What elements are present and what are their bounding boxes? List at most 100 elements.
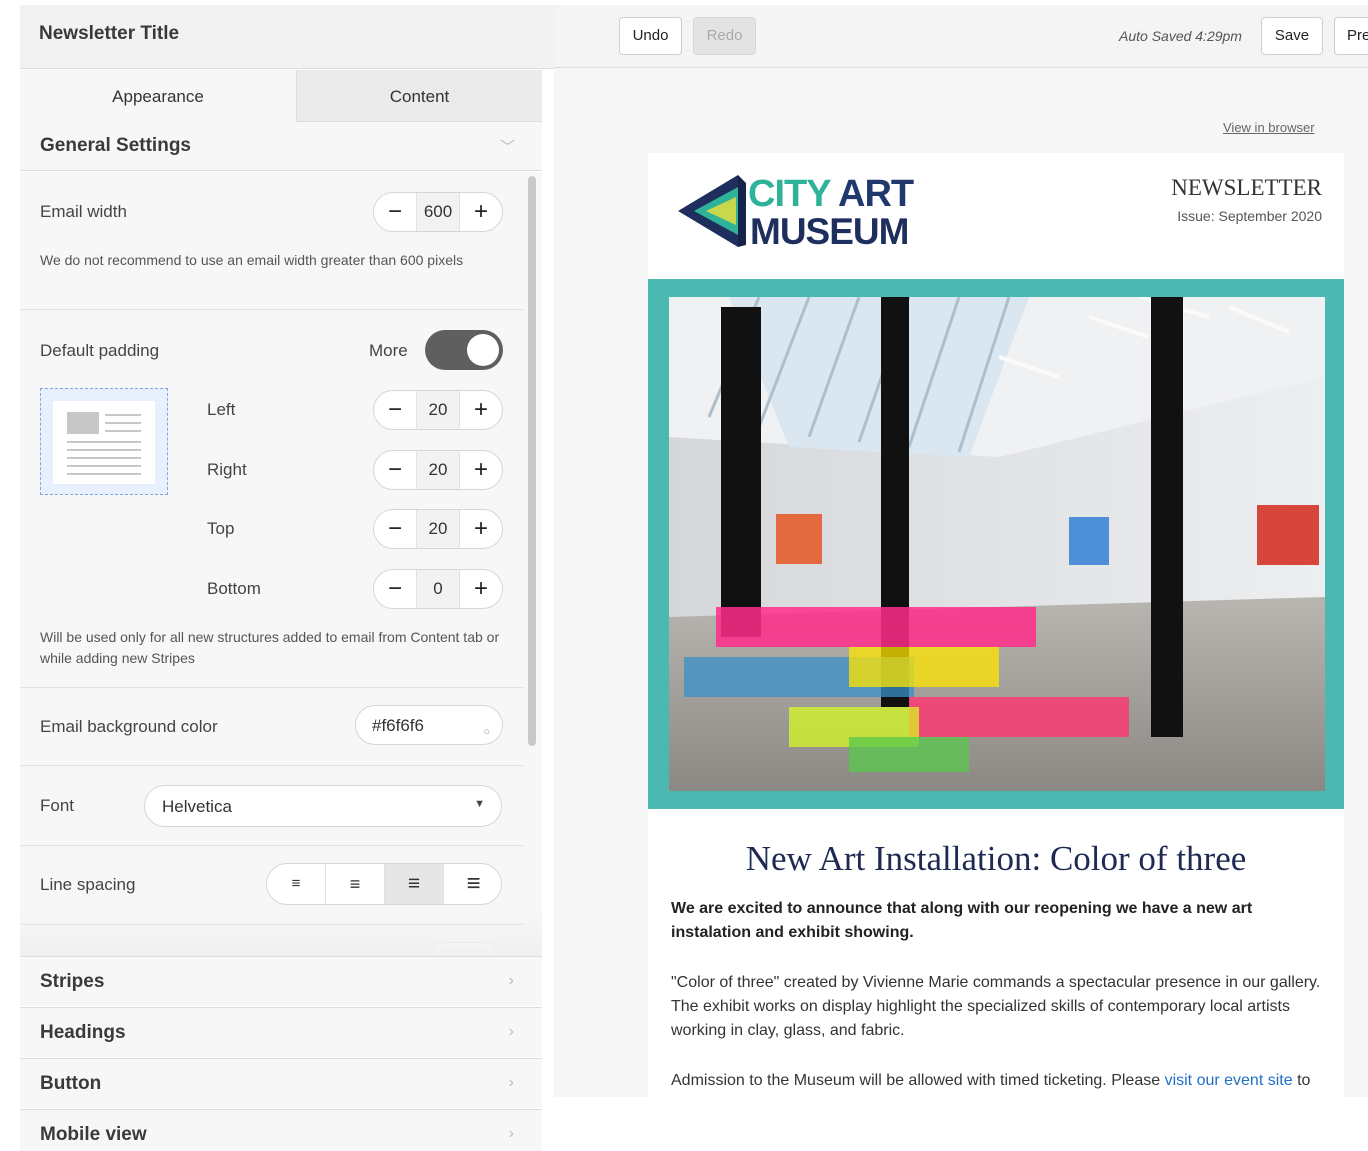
increment-button[interactable]: +: [460, 510, 502, 548]
increment-button[interactable]: +: [460, 451, 502, 489]
view-in-browser-link[interactable]: View in browser: [1223, 120, 1315, 135]
decrement-button[interactable]: −: [374, 193, 416, 231]
line-spacing-option-selected[interactable]: ≡: [385, 864, 444, 904]
article-paragraph: "Color of three" created by Vivienne Mar…: [671, 974, 1321, 1039]
section-mobile-view[interactable]: Mobile view ›: [20, 1109, 542, 1151]
email-canvas: View in browser CITY ART MUSEUM NEWSLETT…: [554, 68, 1368, 1097]
padding-top-stepper: − 20 +: [373, 509, 503, 549]
section-label: Button: [40, 1073, 102, 1094]
line-spacing-label: Line spacing: [40, 875, 136, 894]
autosave-status: Auto Saved 4:29pm: [1119, 28, 1242, 44]
font-select[interactable]: Helvetica ▼: [144, 785, 502, 827]
panel-tabs: Appearance Content: [20, 70, 542, 122]
newsletter-heading: NEWSLETTER: [1171, 175, 1322, 200]
logo-city: CITY: [748, 173, 831, 215]
newsletter-title[interactable]: Newsletter Title: [20, 5, 554, 69]
increment-button[interactable]: +: [460, 391, 502, 429]
event-site-link[interactable]: visit our event site: [1165, 1072, 1293, 1089]
decrement-button[interactable]: −: [374, 391, 416, 429]
issue-date: Issue: September 2020: [1177, 208, 1322, 224]
section-headings[interactable]: Headings ›: [20, 1007, 542, 1057]
divider: [20, 309, 524, 310]
section-button[interactable]: Button ›: [20, 1058, 542, 1108]
gallery-photo: [669, 297, 1325, 791]
padding-top-input[interactable]: 20: [416, 510, 460, 548]
divider: [20, 845, 524, 846]
chevron-right-icon: ›: [508, 1074, 514, 1091]
editor-toolbar: Undo Redo Auto Saved 4:29pm Save Pre: [554, 5, 1368, 68]
general-settings-header[interactable]: General Settings ﹀: [20, 122, 542, 171]
section-stripes[interactable]: Stripes ›: [20, 956, 542, 1006]
logo-art: ART: [838, 173, 914, 215]
decrement-button[interactable]: −: [374, 510, 416, 548]
section-label: Mobile view: [40, 1124, 147, 1145]
padding-note: Will be used only for all new structures…: [40, 629, 500, 666]
line-spacing-option[interactable]: ≡: [326, 864, 385, 904]
padding-left-stepper: − 20 +: [373, 390, 503, 430]
redo-button[interactable]: Redo: [693, 17, 756, 55]
email-body: CITY ART MUSEUM NEWSLETTER Issue: Septem…: [648, 153, 1344, 1097]
article-lead: We are excited to announce that along wi…: [671, 900, 1253, 941]
tab-content[interactable]: Content: [297, 70, 542, 122]
caret-down-icon: ▼: [474, 798, 485, 810]
divider: [20, 765, 524, 766]
document-thumbnail-icon: [53, 401, 155, 484]
padding-right-stepper: − 20 +: [373, 450, 503, 490]
chevron-right-icon: ›: [508, 972, 514, 989]
general-settings-label: General Settings: [40, 135, 191, 156]
decrement-button[interactable]: −: [374, 451, 416, 489]
padding-bottom-label: Bottom: [207, 579, 261, 598]
line-spacing-option[interactable]: ≡: [267, 864, 326, 904]
paragraph-text: to: [1292, 1072, 1311, 1089]
bg-color-label: Email background color: [40, 717, 218, 736]
bg-color-value: #f6f6f6: [372, 716, 424, 735]
font-value: Helvetica: [162, 797, 232, 816]
hero-frame: [648, 279, 1344, 809]
padding-right-label: Right: [207, 460, 247, 479]
more-padding-toggle[interactable]: [425, 330, 503, 370]
increment-button[interactable]: +: [460, 193, 502, 231]
undo-button[interactable]: Undo: [619, 17, 682, 55]
line-spacing-option[interactable]: ≡: [444, 864, 501, 904]
toggle-knob: [467, 334, 499, 366]
settings-scrollbar[interactable]: [528, 176, 536, 746]
decrement-button[interactable]: −: [374, 570, 416, 608]
more-label: More: [369, 341, 408, 360]
email-width-label: Email width: [40, 202, 127, 221]
bg-color-input[interactable]: #f6f6f6 ○: [355, 705, 503, 745]
padding-preview: [40, 388, 168, 495]
email-width-stepper: − 600 +: [373, 192, 503, 232]
padding-bottom-stepper: − 0 +: [373, 569, 503, 609]
padding-bottom-input[interactable]: 0: [416, 570, 460, 608]
article-paragraph-2: Admission to the Museum will be allowed …: [671, 1069, 1321, 1093]
padding-left-label: Left: [207, 400, 236, 419]
line-spacing-selector: ≡ ≡ ≡ ≡: [266, 863, 502, 905]
section-label: Headings: [40, 1022, 126, 1043]
preview-button[interactable]: Pre: [1334, 17, 1368, 55]
divider: [20, 687, 524, 688]
color-picker-icon[interactable]: ○: [483, 726, 490, 738]
article-headline: New Art Installation: Color of three: [745, 839, 1247, 878]
tab-appearance[interactable]: Appearance: [20, 70, 297, 122]
save-button[interactable]: Save: [1261, 17, 1323, 55]
paragraph-text: Admission to the Museum will be allowed …: [671, 1072, 1165, 1089]
logo-text-museum: MUSEUM: [750, 211, 909, 252]
padding-left-input[interactable]: 20: [416, 391, 460, 429]
general-settings-body: Email width − 600 + We do not recommend …: [20, 172, 542, 956]
chevron-down-icon: ﹀: [500, 139, 516, 156]
font-label: Font: [40, 796, 75, 815]
email-width-input[interactable]: 600: [416, 193, 460, 231]
width-note: We do not recommend to use an email widt…: [40, 252, 464, 268]
chevron-right-icon: ›: [508, 1023, 514, 1040]
increment-button[interactable]: +: [460, 570, 502, 608]
image-placeholder-icon: [67, 412, 99, 434]
settings-panel: Newsletter Title Appearance Content Gene…: [20, 0, 554, 1151]
logo-text-city: CITY ART: [748, 173, 914, 216]
default-padding-label: Default padding: [40, 341, 160, 360]
section-label: Stripes: [40, 971, 105, 992]
scroll-fade: [20, 912, 542, 956]
chevron-right-icon: ›: [508, 1125, 514, 1142]
padding-right-input[interactable]: 20: [416, 451, 460, 489]
museum-logo-icon: [678, 175, 746, 247]
padding-top-label: Top: [207, 519, 235, 538]
